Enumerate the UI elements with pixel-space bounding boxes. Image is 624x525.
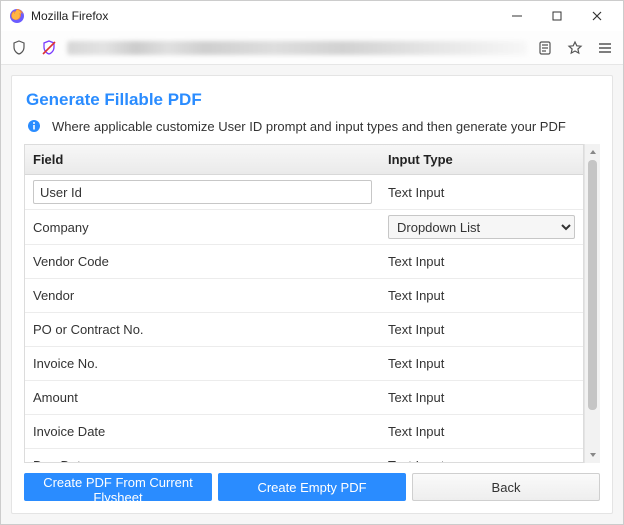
type-cell: Text Input	[380, 283, 583, 308]
minimize-button[interactable]	[497, 2, 537, 30]
fields-table: Field Input Type Text Input Company Dropdo…	[24, 144, 584, 463]
reader-mode-icon[interactable]	[533, 36, 557, 60]
type-cell: Text Input	[380, 419, 583, 444]
field-label: PO or Contract No.	[33, 322, 144, 337]
input-type-label: Text Input	[388, 254, 444, 269]
header-type: Input Type	[380, 152, 583, 167]
field-cell: PO or Contract No.	[25, 317, 380, 342]
scroll-up-icon[interactable]	[585, 144, 601, 160]
table-row: Company Dropdown List	[25, 210, 583, 245]
field-label: Invoice Date	[33, 424, 105, 439]
input-type-label: Text Input	[388, 288, 444, 303]
close-button[interactable]	[577, 2, 617, 30]
info-row: Where applicable customize User ID promp…	[24, 118, 600, 144]
input-type-label: Text Input	[388, 185, 444, 200]
field-cell: Vendor Code	[25, 249, 380, 274]
table-body: Text Input Company Dropdown List Vendor Cod…	[25, 175, 583, 462]
field-label: Vendor	[33, 288, 74, 303]
main-card: Generate Fillable PDF Where applicable c…	[11, 75, 613, 514]
table-row: Invoice Date Text Input	[25, 415, 583, 449]
url-bar[interactable]	[67, 41, 527, 55]
address-bar	[1, 31, 623, 65]
info-icon	[26, 118, 42, 134]
page-title: Generate Fillable PDF	[26, 90, 600, 110]
table-row: Due Date Text Input	[25, 449, 583, 462]
shield-icon[interactable]	[7, 36, 31, 60]
table-row: PO or Contract No. Text Input	[25, 313, 583, 347]
maximize-button[interactable]	[537, 2, 577, 30]
input-type-label: Text Input	[388, 356, 444, 371]
type-cell: Text Input	[380, 351, 583, 376]
field-cell: Amount	[25, 385, 380, 410]
input-type-label: Text Input	[388, 458, 444, 462]
type-cell: Text Input	[380, 385, 583, 410]
input-type-label: Text Input	[388, 322, 444, 337]
type-cell: Text Input	[380, 249, 583, 274]
type-cell: Text Input	[380, 453, 583, 462]
input-type-label: Text Input	[388, 390, 444, 405]
header-field: Field	[25, 152, 380, 167]
create-empty-button[interactable]: Create Empty PDF	[218, 473, 406, 501]
table-row: Text Input	[25, 175, 583, 210]
input-type-select[interactable]: Dropdown List	[388, 215, 575, 239]
scroll-thumb[interactable]	[588, 160, 597, 410]
field-cell: Due Date	[25, 453, 380, 462]
table-row: Vendor Code Text Input	[25, 245, 583, 279]
type-cell: Text Input	[380, 317, 583, 342]
field-cell: Company	[25, 215, 380, 240]
type-cell: Text Input	[380, 180, 583, 205]
field-label: Amount	[33, 390, 78, 405]
page-stage: Generate Fillable PDF Where applicable c…	[1, 65, 623, 524]
bookmark-icon[interactable]	[563, 36, 587, 60]
scroll-down-icon[interactable]	[585, 447, 601, 463]
type-cell: Dropdown List	[380, 210, 583, 244]
field-label: Due Date	[33, 458, 88, 462]
field-cell: Invoice No.	[25, 351, 380, 376]
table-row: Invoice No. Text Input	[25, 347, 583, 381]
scroll-track[interactable]	[585, 160, 601, 447]
window-title: Mozilla Firefox	[31, 9, 108, 23]
field-cell: Invoice Date	[25, 419, 380, 444]
field-label: Invoice No.	[33, 356, 98, 371]
field-cell: Vendor	[25, 283, 380, 308]
back-button[interactable]: Back	[412, 473, 600, 501]
field-label: Company	[33, 220, 89, 235]
create-from-flysheet-button[interactable]: Create PDF From Current Flysheet	[24, 473, 212, 501]
info-text: Where applicable customize User ID promp…	[52, 119, 566, 134]
table-row: Amount Text Input	[25, 381, 583, 415]
tracking-off-icon[interactable]	[37, 36, 61, 60]
table-wrap: Field Input Type Text Input Company Dropdo…	[24, 144, 600, 463]
menu-icon[interactable]	[593, 36, 617, 60]
input-type-label: Text Input	[388, 424, 444, 439]
titlebar: Mozilla Firefox	[1, 1, 623, 31]
field-input[interactable]	[33, 180, 372, 204]
firefox-icon	[9, 8, 25, 24]
table-header: Field Input Type	[25, 145, 583, 175]
table-row: Vendor Text Input	[25, 279, 583, 313]
footer-buttons: Create PDF From Current Flysheet Create …	[24, 473, 600, 501]
field-label: Vendor Code	[33, 254, 109, 269]
scrollbar[interactable]	[584, 144, 600, 463]
field-cell	[25, 175, 380, 209]
